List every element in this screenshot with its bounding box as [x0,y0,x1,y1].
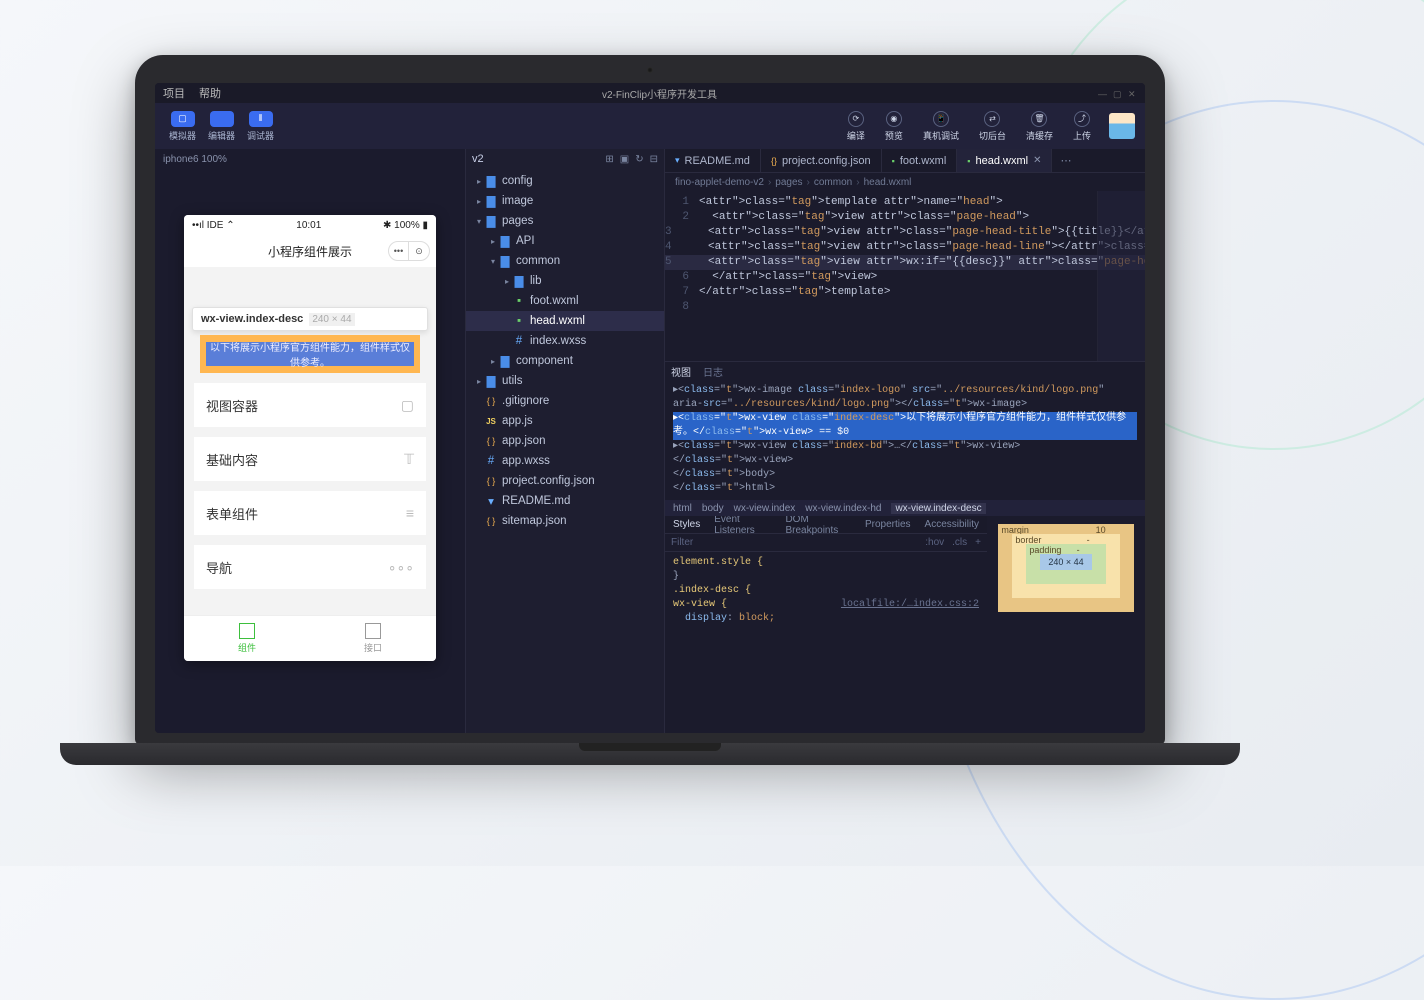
action-3[interactable]: ⇄切后台 [969,111,1016,142]
tree-node[interactable]: ▪head.wxml [466,311,664,331]
devtools-panel: 视图 日志 ▸<class="t">wx-image class="index-… [665,361,1145,733]
refresh-icon[interactable]: ↻ [635,154,643,165]
app-header: 小程序组件展示 •••⊙ [184,235,436,267]
action-1[interactable]: ◉预览 [875,111,913,142]
tree-node[interactable]: ▸▇config [466,171,664,191]
phone-statusbar: ••ıl IDE ⌃ 10:01 ✱ 100% ▮ [184,215,436,235]
tree-node[interactable]: #index.wxss [466,331,664,351]
tree-node[interactable]: ▪foot.wxml [466,291,664,311]
styles-filter[interactable]: Filter :hov .cls + [665,534,987,552]
new-file-icon[interactable]: ⊞ [605,154,613,165]
styles-tabs: Styles Event Listeners DOM Breakpoints Prop… [665,516,987,534]
file-explorer: v2 ⊞ ▣ ↻ ⊟ ▸▇config▸▇image▾▇pages▸▇API▾▇… [465,149,665,733]
phone-simulator[interactable]: ••ıl IDE ⌃ 10:01 ✱ 100% ▮ 小程序组件展示 •••⊙ [184,215,436,661]
styles-tab[interactable]: Properties [865,519,911,530]
action-5[interactable]: ⤴上传 [1063,111,1101,142]
more-tabs-icon[interactable]: ⋯ [1052,149,1079,172]
editor-tab[interactable]: ▪foot.wxml [882,149,958,172]
tree-node[interactable]: #app.wxss [466,451,664,471]
tree-node[interactable]: { }.gitignore [466,391,664,411]
styles-tab[interactable]: Accessibility [925,519,979,530]
mode-2[interactable]: ⫴调试器 [243,109,278,144]
hov-toggle[interactable]: :hov [925,537,944,548]
styles-tab[interactable]: DOM Breakpoints [785,516,851,536]
list-item[interactable]: 表单组件≡ [194,491,426,535]
tree-node[interactable]: ▸▇component [466,351,664,371]
styles-tab[interactable]: Styles [673,519,700,530]
add-rule-icon[interactable]: + [975,537,981,548]
tree-node[interactable]: ▾▇common [466,251,664,271]
mode-1[interactable]: 编辑器 [204,109,239,144]
laptop-base [60,743,1240,765]
tree-node[interactable]: { }sitemap.json [466,511,664,531]
list-item[interactable]: 基础内容𝕋 [194,437,426,481]
more-icon: ••• [389,242,409,260]
tree-node[interactable]: ▸▇API [466,231,664,251]
dom-breadcrumb[interactable]: htmlbodywx-view.indexwx-view.index-hdwx-… [665,500,1145,516]
cls-toggle[interactable]: .cls [952,537,967,548]
list-item[interactable]: 导航∘∘∘ [194,545,426,589]
tree-node[interactable]: ▸▇utils [466,371,664,391]
tabbar-item[interactable]: 接口 [310,616,436,661]
action-0[interactable]: ⟳编译 [837,111,875,142]
tabbar-item[interactable]: 组件 [184,616,310,661]
menubar: 项目 帮助 v2-FinClip小程序开发工具 — ▢ ✕ [155,83,1145,103]
action-4[interactable]: 🗑清缓存 [1016,111,1063,142]
breadcrumb[interactable]: fino-applet-demo-v2›pages›common›head.wx… [665,173,1145,191]
toolbar: ▢模拟器编辑器⫴调试器 ⟳编译◉预览📱真机调试⇄切后台🗑清缓存⤴上传 [155,103,1145,149]
editor-tabs: ▾README.md{}project.config.json▪foot.wxm… [665,149,1145,173]
code-editor[interactable]: 1<attr">class="tag">template attr">name=… [665,191,1145,361]
new-folder-icon[interactable]: ▣ [620,154,629,165]
tree-node[interactable]: ▾README.md [466,491,664,511]
window-title: v2-FinClip小程序开发工具 [602,86,717,101]
tree-node[interactable]: { }project.config.json [466,471,664,491]
capsule-menu[interactable]: •••⊙ [388,241,430,261]
styles-tab[interactable]: Event Listeners [714,516,771,536]
editor-tab[interactable]: ▪head.wxml✕ [957,149,1052,172]
devtools-tab-console[interactable]: 日志 [703,364,723,379]
tree-node[interactable]: ▸▇lib [466,271,664,291]
ide-window: 项目 帮助 v2-FinClip小程序开发工具 — ▢ ✕ ▢模拟器编辑器⫴调试器 … [155,83,1145,733]
editor-tab[interactable]: ▾README.md [665,149,761,172]
menu-help[interactable]: 帮助 [199,85,221,101]
list-item[interactable]: 视图容器▢ [194,383,426,427]
devtools-tab-elements[interactable]: 视图 [671,364,691,379]
camera-dot [647,67,653,73]
close-icon: ✕ [1128,89,1137,98]
device-label[interactable]: iphone6 100% [163,154,227,165]
tree-node[interactable]: JSapp.js [466,411,664,431]
avatar[interactable] [1109,113,1135,139]
highlighted-element[interactable]: 以下将展示小程序官方组件能力，组件样式仅供参考。 [200,335,420,373]
project-root[interactable]: v2 [472,153,484,165]
css-rules[interactable]: element.style {}.index-desc {</span></di… [665,552,987,733]
tree-node[interactable]: ▸▇image [466,191,664,211]
tree-node[interactable]: ▾▇pages [466,211,664,231]
maximize-icon: ▢ [1113,89,1122,98]
inspect-tooltip: wx-view.index-desc240 × 44 [192,307,428,331]
minimap[interactable] [1097,191,1145,361]
simulator-panel: iphone6 100% ••ıl IDE ⌃ 10:01 ✱ 100% ▮ [155,149,465,733]
tree-node[interactable]: { }app.json [466,431,664,451]
box-model: margin 10 border - padding - 240 × 4 [987,516,1145,733]
editor-panel: ▾README.md{}project.config.json▪foot.wxm… [665,149,1145,733]
menu-project[interactable]: 项目 [163,85,185,101]
close-capsule-icon: ⊙ [409,242,429,260]
collapse-icon[interactable]: ⊟ [650,154,658,165]
window-controls[interactable]: — ▢ ✕ [1098,89,1137,98]
mode-0[interactable]: ▢模拟器 [165,109,200,144]
dom-tree[interactable]: ▸<class="t">wx-image class="index-logo" … [665,380,1145,500]
editor-tab[interactable]: {}project.config.json [761,149,882,172]
close-tab-icon: ✕ [1033,155,1041,166]
laptop-frame: 项目 帮助 v2-FinClip小程序开发工具 — ▢ ✕ ▢模拟器编辑器⫴调试器 … [60,55,1240,795]
action-2[interactable]: 📱真机调试 [913,111,969,142]
tab-bar: 组件接口 [184,615,436,661]
minimize-icon: — [1098,89,1107,98]
